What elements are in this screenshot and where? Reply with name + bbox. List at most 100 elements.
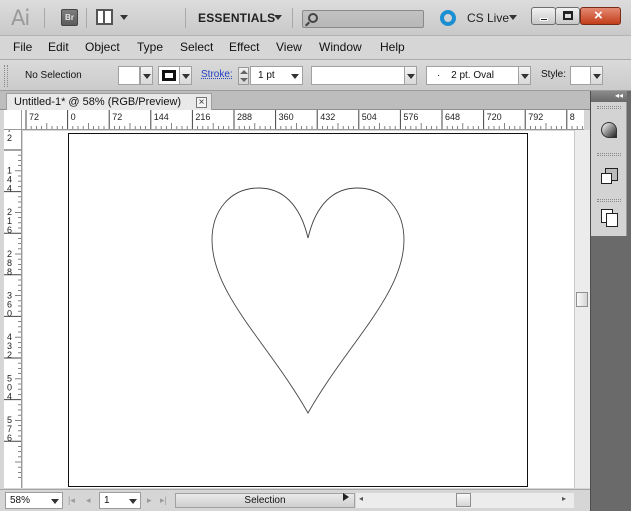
heart-shape-canvas — [211, 187, 405, 414]
menu-help[interactable]: Help — [380, 40, 405, 54]
divider — [292, 8, 293, 28]
ruler-tick-label: 72 — [29, 112, 39, 122]
chevron-down-icon[interactable] — [509, 15, 517, 20]
style-label: Style: — [541, 69, 567, 80]
stroke-dropdown[interactable] — [179, 66, 192, 85]
control-panel: No Selection Stroke: 1 pt · 2 pt. Oval S… — [0, 59, 631, 91]
previous-artboard-icon[interactable]: ◂ — [86, 495, 91, 506]
heart-path[interactable] — [211, 187, 405, 414]
ruler-tick-label: 432 — [320, 112, 335, 122]
layers-icon — [601, 209, 618, 227]
application-bar: Ai Br ESSENTIALS CS Live × — [0, 0, 631, 36]
last-artboard-icon[interactable]: ▸| — [160, 495, 167, 506]
chevron-down-icon — [291, 74, 299, 79]
ruler-tick-label: 504 — [362, 112, 377, 122]
vertical-ruler-ticks: 72 144 216 288 360 432 504 576 — [4, 130, 21, 479]
stroke-weight-field[interactable]: 1 pt — [250, 66, 303, 85]
vertical-scroll-thumb[interactable] — [576, 292, 588, 307]
next-artboard-icon[interactable]: ▸ — [147, 495, 152, 506]
ruler-tick-label: 288 — [237, 112, 252, 122]
variable-width-profile[interactable] — [311, 66, 405, 85]
artboard[interactable] — [68, 133, 528, 487]
panel-grip[interactable] — [597, 153, 621, 156]
canvas[interactable] — [23, 131, 574, 488]
ruler-tick-label: 720 — [487, 112, 502, 122]
search-input[interactable] — [302, 10, 424, 28]
graphic-style-dropdown[interactable] — [590, 66, 603, 85]
ruler-tick-label: 8 — [570, 112, 575, 122]
fill-swatch[interactable] — [118, 66, 140, 85]
chevron-down-icon — [129, 499, 137, 504]
panel-dock: ◂◂ — [590, 91, 631, 511]
panel-grip[interactable] — [4, 65, 8, 87]
ruler-tick-label: 504 — [7, 374, 12, 402]
ruler-tick-label: 0 — [71, 112, 76, 122]
expand-panels-button[interactable]: ◂◂ — [591, 91, 627, 102]
ruler-tick-label: 216 — [195, 112, 210, 122]
ruler-tick-label: 144 — [7, 166, 12, 194]
menu-effect[interactable]: Effect — [229, 40, 259, 54]
fill-dropdown[interactable] — [140, 66, 153, 85]
graphic-style-swatch[interactable] — [570, 66, 591, 85]
status-bar: 58% |◂ ◂ 1 ▸ ▸| Selection ◂ ▸ — [0, 489, 590, 511]
artboard-number: 1 — [104, 495, 110, 506]
maximize-icon — [563, 11, 573, 20]
transparency-icon — [601, 168, 618, 184]
current-tool-label: Selection — [244, 495, 286, 506]
maximize-button[interactable] — [555, 7, 580, 25]
horizontal-scroll-thumb[interactable] — [456, 493, 471, 507]
variable-width-dropdown[interactable] — [404, 66, 417, 85]
vertical-scrollbar[interactable] — [574, 130, 590, 488]
close-window-button[interactable]: × — [580, 7, 621, 25]
gradient-panel-button[interactable] — [594, 115, 624, 145]
menu-type[interactable]: Type — [137, 40, 163, 54]
menu-select[interactable]: Select — [180, 40, 213, 54]
first-artboard-icon[interactable]: |◂ — [68, 495, 75, 506]
bridge-button[interactable]: Br — [61, 9, 78, 26]
layers-panel-button[interactable] — [594, 202, 624, 232]
minimize-icon — [540, 18, 548, 21]
document-tab[interactable]: Untitled-1* @ 58% (RGB/Preview) × — [6, 93, 212, 110]
cs-live-menu[interactable]: CS Live — [467, 11, 509, 25]
ruler-tick-label: 144 — [154, 112, 169, 122]
status-menu-arrow-icon[interactable] — [343, 493, 349, 501]
ruler-origin[interactable] — [4, 110, 22, 130]
panel-grip[interactable] — [597, 106, 621, 109]
ruler-tick-label: 216 — [7, 207, 12, 235]
menu-file[interactable]: File — [13, 40, 32, 54]
ruler-tick-label: 576 — [7, 415, 12, 443]
artboard-number-field[interactable]: 1 — [99, 492, 141, 509]
chevron-down-icon[interactable] — [274, 15, 282, 20]
scroll-left-icon[interactable]: ◂ — [359, 494, 363, 503]
document-title: Untitled-1* @ 58% (RGB/Preview) — [14, 96, 182, 108]
selection-status: No Selection — [25, 70, 82, 81]
stroke-weight-stepper[interactable] — [238, 67, 249, 85]
minimize-button[interactable] — [531, 7, 556, 25]
stroke-color-icon — [162, 70, 176, 81]
horizontal-scrollbar[interactable]: ◂ ▸ — [356, 493, 574, 508]
vertical-ruler[interactable]: 72 144 216 288 360 432 504 576 — [4, 130, 22, 488]
horizontal-ruler[interactable]: 72 0 72 144 216 288 360 432 504 576 648 720 792 8 — [22, 110, 584, 130]
zoom-level-field[interactable]: 58% — [5, 492, 63, 509]
workspace-switcher[interactable]: ESSENTIALS — [198, 11, 275, 25]
stroke-swatch[interactable] — [158, 66, 180, 85]
zoom-value: 58% — [10, 495, 31, 506]
ruler-tick-label: 72 — [7, 130, 12, 143]
brush-definition[interactable]: · 2 pt. Oval — [426, 66, 519, 85]
stroke-panel-link[interactable]: Stroke: — [201, 69, 233, 80]
scroll-right-icon[interactable]: ▸ — [562, 494, 566, 503]
menu-window[interactable]: Window — [319, 40, 362, 54]
chevron-down-icon — [593, 74, 601, 79]
ruler-tick-label: 792 — [528, 112, 543, 122]
menu-view[interactable]: View — [276, 40, 302, 54]
arrange-documents-button[interactable] — [96, 9, 130, 26]
ruler-tick-label: 288 — [7, 249, 12, 277]
menu-edit[interactable]: Edit — [48, 40, 69, 54]
close-document-button[interactable]: × — [196, 97, 207, 108]
status-display[interactable]: Selection — [175, 493, 355, 508]
illustrator-logo: Ai — [11, 6, 30, 30]
brush-dropdown[interactable] — [518, 66, 531, 85]
menu-object[interactable]: Object — [85, 40, 120, 54]
cs-live-icon[interactable] — [440, 10, 456, 26]
transparency-panel-button[interactable] — [594, 161, 624, 191]
